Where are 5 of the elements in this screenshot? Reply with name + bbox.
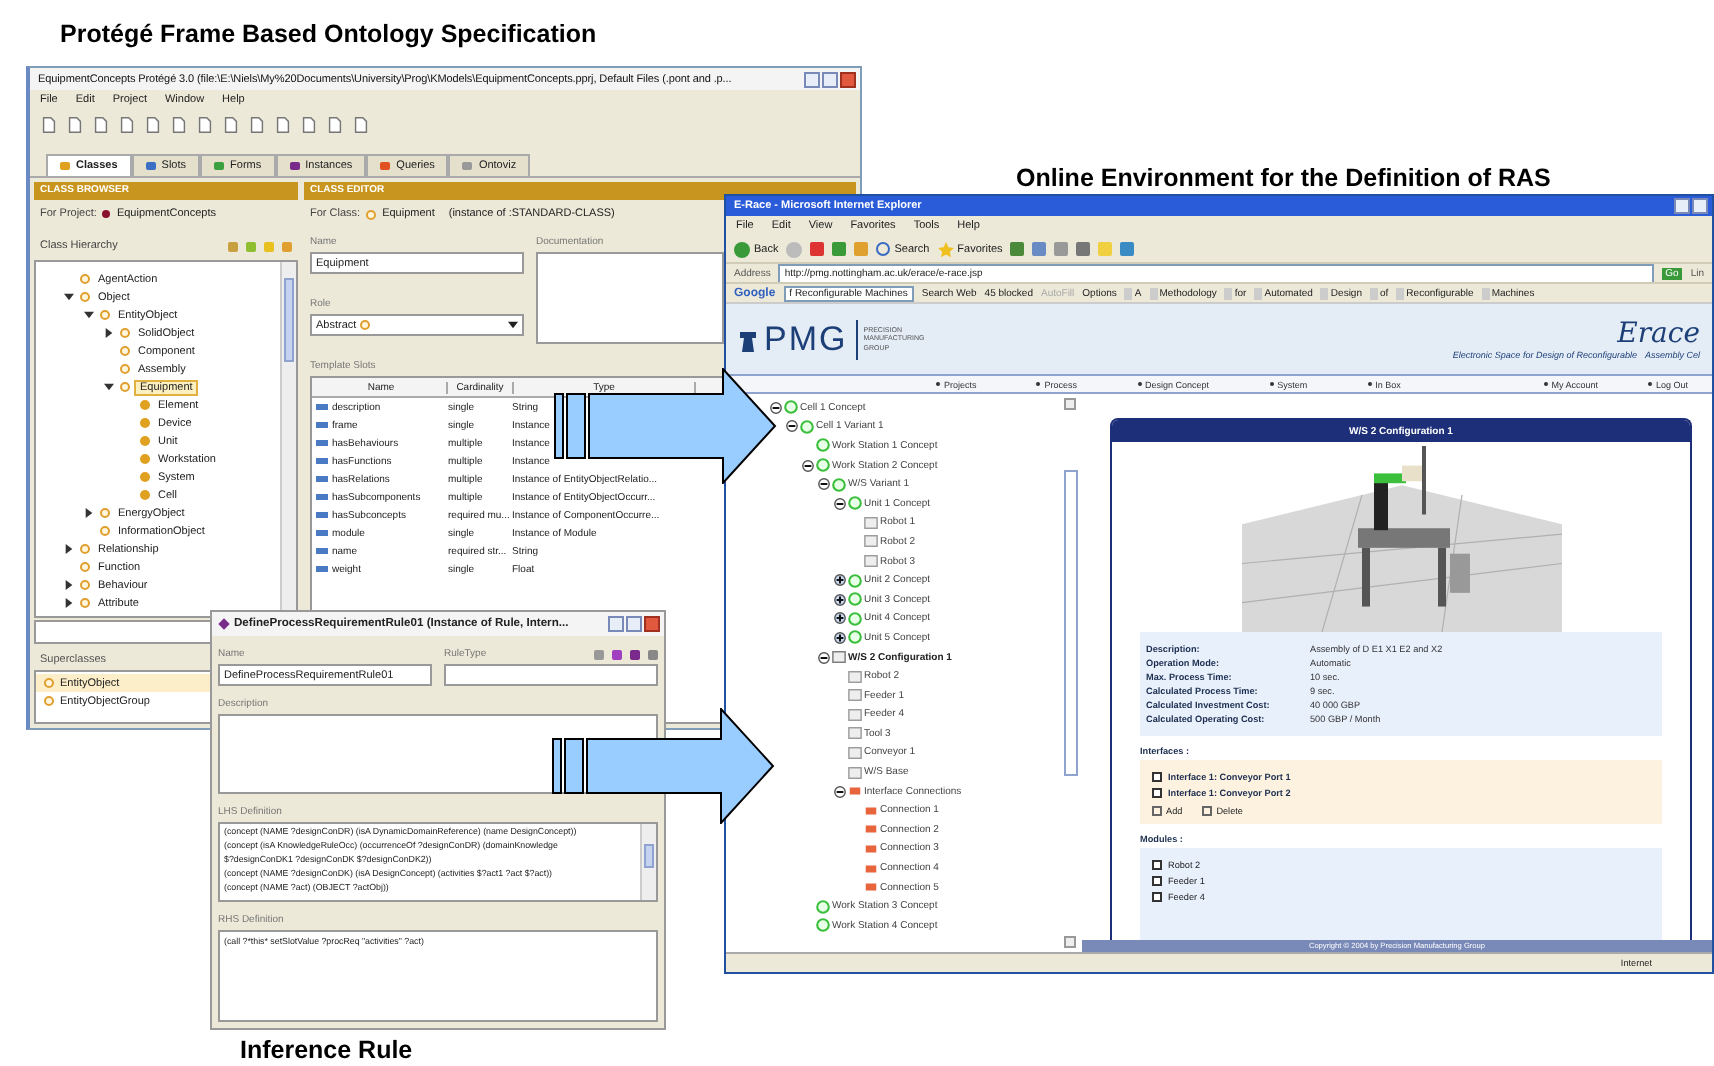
figure-caption: Online Environment for the Definition of RAS <box>1016 164 1551 192</box>
figure-caption: Inference Rule <box>240 1036 413 1064</box>
figure-caption: Protégé Frame Based Ontology Specification <box>60 20 597 48</box>
pmg-logo: PMG <box>764 319 858 359</box>
erace-logo: Erace <box>1617 318 1700 350</box>
